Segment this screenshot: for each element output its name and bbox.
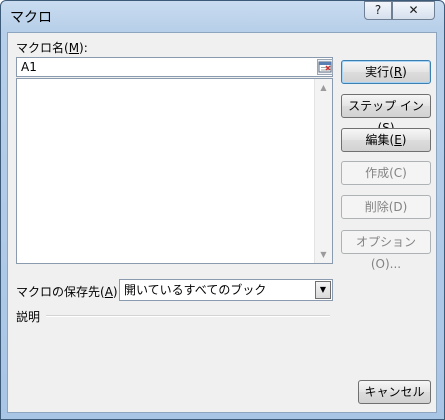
macro-list[interactable]: ▲ ▼ (16, 78, 333, 264)
collapse-dialog-icon (318, 61, 332, 73)
close-button[interactable]: ✕ (392, 1, 435, 20)
delete-button[interactable]: 削除(D) (341, 195, 431, 219)
dropdown-arrow-icon[interactable]: ▼ (315, 281, 331, 299)
macro-name-value: A1 (21, 60, 37, 74)
macro-list-scrollbar[interactable]: ▲ ▼ (314, 79, 332, 263)
scroll-down-icon[interactable]: ▼ (315, 246, 332, 263)
macros-in-value: 開いているすべてのブック (124, 283, 267, 297)
help-button[interactable]: ? (364, 1, 392, 20)
options-button[interactable]: オプション(O)... (341, 230, 431, 271)
description-divider (46, 315, 330, 317)
macro-name-input[interactable]: A1 (16, 57, 333, 77)
collapse-dialog-button[interactable] (317, 59, 333, 75)
run-button[interactable]: 実行(R) (341, 60, 431, 84)
close-icon: ✕ (408, 3, 419, 17)
window-title: マクロ (10, 10, 52, 26)
description-label: 説明 (16, 310, 41, 324)
edit-button[interactable]: 編集(E) (341, 128, 431, 152)
help-icon: ? (374, 3, 382, 17)
macros-in-select[interactable]: 開いているすべてのブック ▼ (119, 279, 333, 301)
macros-in-label: マクロの保存先(A): (16, 285, 122, 299)
macro-name-label: マクロ名(M): (16, 41, 88, 55)
cancel-button[interactable]: キャンセル (358, 380, 431, 404)
title-bar[interactable]: マクロ ? ✕ (1, 1, 444, 33)
step-in-button[interactable]: ステップ イン(S) (341, 94, 431, 135)
create-button[interactable]: 作成(C) (341, 161, 431, 185)
macro-dialog: マクロ ? ✕ マクロ名(M): A1 ▲ ▼ 実行(R) ステップ イン 編集… (0, 0, 445, 420)
scroll-up-icon[interactable]: ▲ (315, 79, 332, 96)
dialog-body: マクロ名(M): A1 ▲ ▼ 実行(R) ステップ イン(S) 編集(E) (7, 32, 437, 413)
